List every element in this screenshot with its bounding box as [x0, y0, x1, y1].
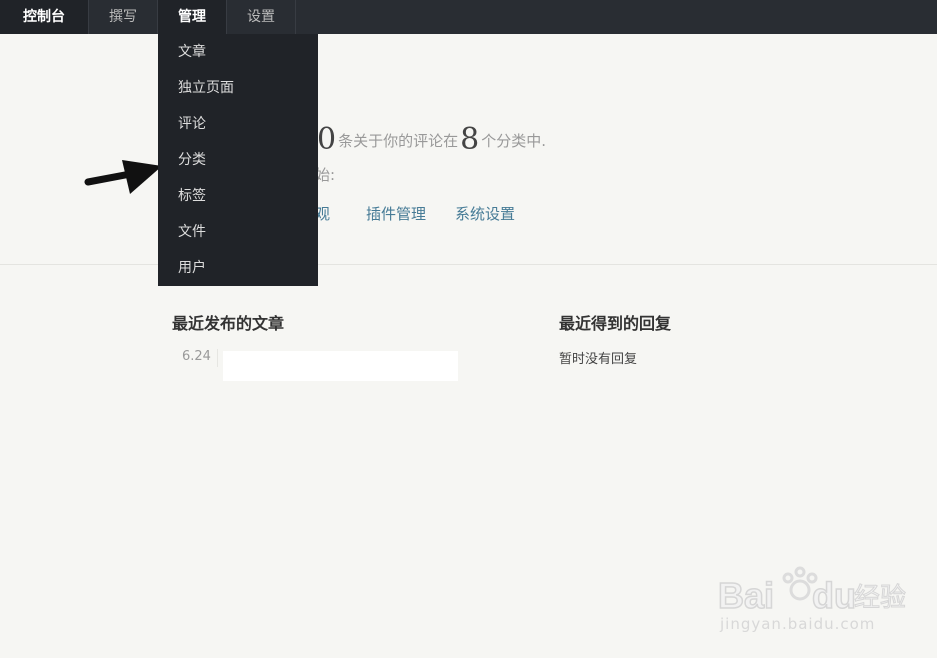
menu-item-pages[interactable]: 独立页面 — [158, 70, 318, 106]
category-count: 8 — [460, 122, 480, 157]
comment-count: 0 — [317, 122, 337, 157]
post-date-separator — [217, 349, 218, 367]
tab-dashboard[interactable]: 控制台 — [0, 0, 89, 34]
divider — [0, 264, 937, 265]
menu-item-categories[interactable]: 分类 — [158, 142, 318, 178]
summary-middle: 条关于你的评论在 — [338, 132, 459, 150]
svg-text:du: du — [812, 575, 856, 616]
quick-link-plugins[interactable]: 插件管理 — [366, 203, 426, 224]
menu-item-files[interactable]: 文件 — [158, 214, 318, 250]
watermark-url: jingyan.baidu.com — [720, 615, 876, 633]
menu-item-users[interactable]: 用户 — [158, 250, 318, 286]
svg-text:Bai: Bai — [718, 575, 774, 616]
recent-posts-title: 最近发布的文章 — [172, 314, 285, 333]
recent-replies-title: 最近得到的回复 — [559, 314, 672, 333]
post-date: 6.24 — [182, 349, 211, 364]
top-nav: 控制台 撰写 管理 设置 — [0, 0, 937, 34]
tab-manage[interactable]: 管理 — [158, 0, 227, 34]
no-replies-text: 暂时没有回复 — [559, 352, 638, 367]
svg-text:经验: 经验 — [854, 583, 906, 613]
manage-dropdown-menu: 文章 独立页面 评论 分类 标签 文件 用户 — [158, 34, 318, 286]
menu-item-posts[interactable]: 文章 — [158, 34, 318, 70]
menu-item-comments[interactable]: 评论 — [158, 106, 318, 142]
menu-item-tags[interactable]: 标签 — [158, 178, 318, 214]
quick-link-system-settings[interactable]: 系统设置 — [455, 203, 515, 224]
tab-write[interactable]: 撰写 — [89, 0, 158, 34]
tab-settings[interactable]: 设置 — [227, 0, 296, 34]
summary-suffix: 个分类中. — [481, 132, 546, 150]
post-title-redacted[interactable] — [223, 351, 458, 381]
annotation-arrow-icon — [84, 160, 162, 194]
welcome-summary: 有0条关于你的评论在8个分类中. — [300, 122, 546, 157]
